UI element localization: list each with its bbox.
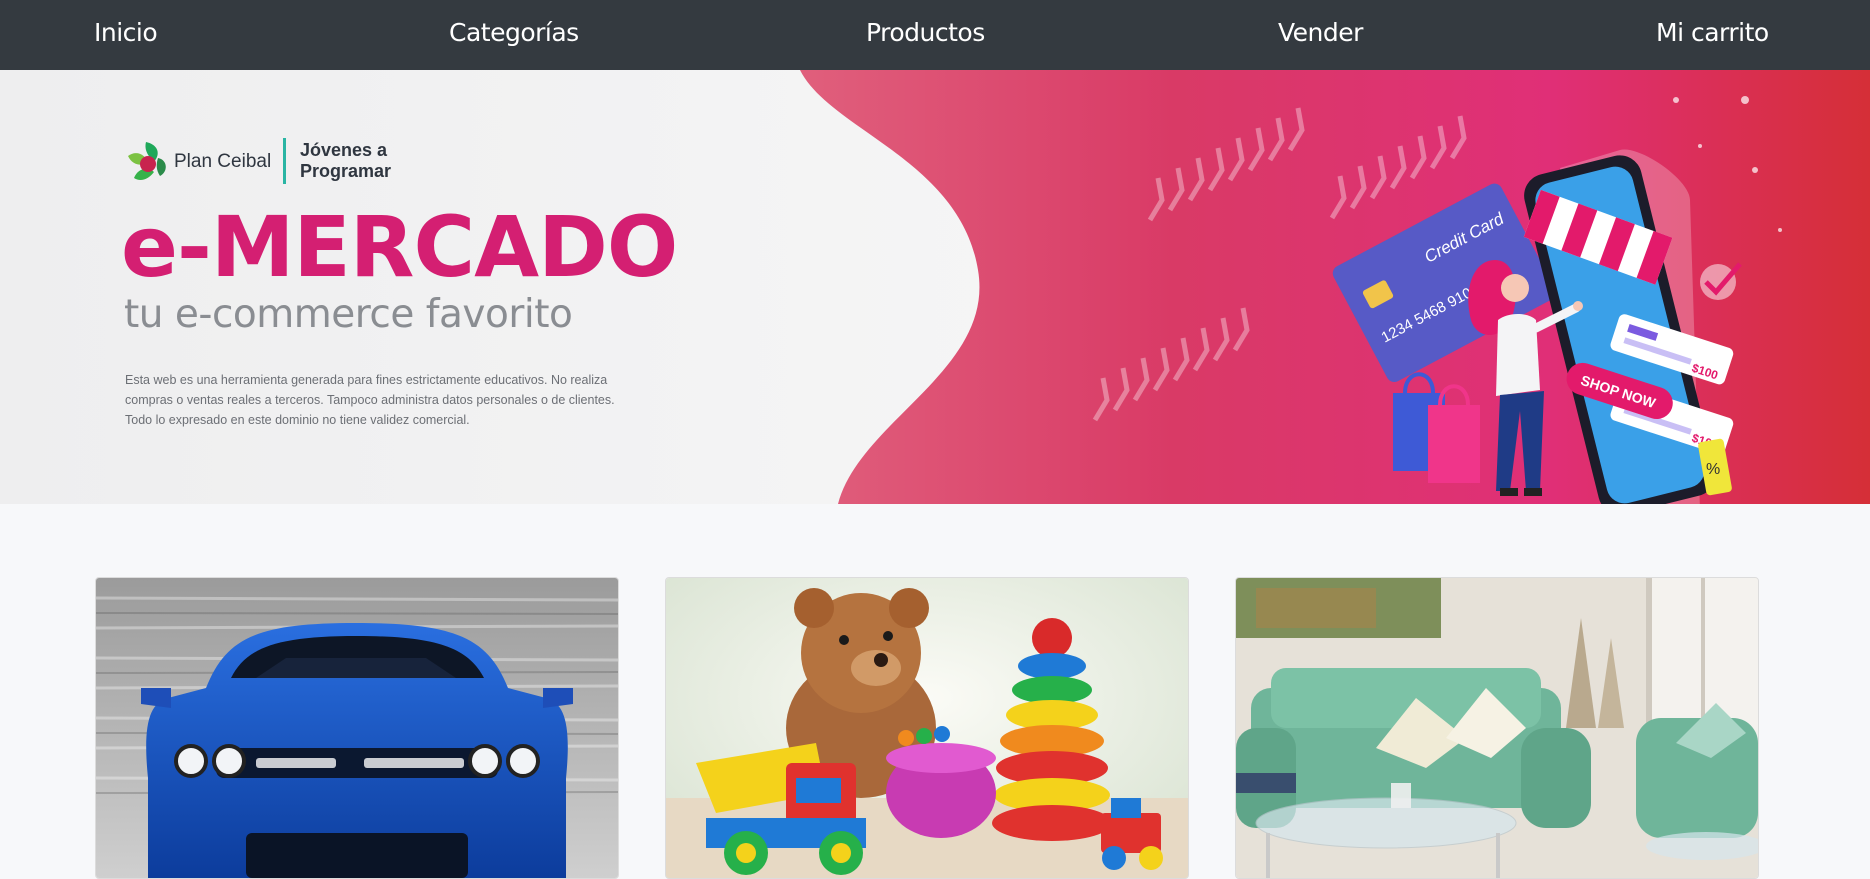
category-image-car	[96, 578, 618, 878]
shopping-illustration: Credit Card 1234 5468 9101 1213 $100 SHO…	[1332, 149, 1742, 504]
hero-banner: Plan Ceibal Jóvenes a Programar e-MERCAD…	[0, 70, 1870, 504]
nav-link-productos[interactable]: Productos	[866, 0, 985, 66]
category-image-toys	[666, 578, 1188, 878]
nav-link-categorias[interactable]: Categorías	[449, 0, 579, 66]
nav-link-inicio[interactable]: Inicio	[94, 0, 158, 66]
nav-link-mi-carrito[interactable]: Mi carrito	[1656, 0, 1769, 66]
shopping-bags-icon	[1393, 372, 1480, 483]
discount-tag-text: %	[1706, 461, 1720, 478]
category-card-juguetes[interactable]	[665, 577, 1189, 879]
category-card-autos[interactable]	[95, 577, 619, 879]
category-card-muebles[interactable]	[1235, 577, 1759, 879]
category-image-living-room	[1236, 578, 1758, 878]
top-navbar: Inicio Categorías Productos Vender Mi ca…	[0, 0, 1870, 70]
phone-icon: $100 $100 SHOP NOW %	[1523, 149, 1742, 504]
nav-link-vender[interactable]: Vender	[1278, 0, 1363, 66]
